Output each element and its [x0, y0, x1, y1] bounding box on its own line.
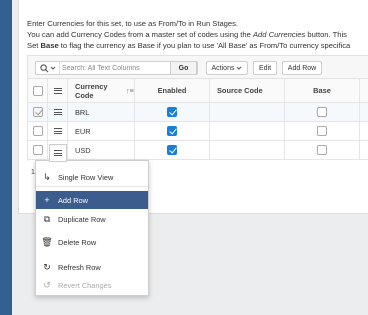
base-bold: Base: [40, 41, 59, 50]
search-icon: [39, 63, 48, 72]
column-header-label: Base: [313, 86, 331, 95]
currency-code-cell[interactable]: EUR: [68, 122, 135, 140]
search-box: Go: [35, 61, 198, 75]
chevron-down-icon: [237, 66, 242, 70]
search-input[interactable]: [62, 62, 172, 74]
instructions-line-1: Enter Currencies for this set, to use as…: [27, 19, 239, 28]
select-all-cell: [28, 79, 48, 102]
menu-icon: [54, 150, 62, 156]
add-row-label: Add Row: [287, 64, 317, 72]
menu-item-delete-row[interactable]: 🗑 Delete Row: [36, 233, 148, 251]
search-column-menu[interactable]: [36, 62, 60, 74]
row-actions-menu-button[interactable]: [49, 144, 67, 162]
edit-label: Edit: [258, 64, 272, 72]
menu-divider: [36, 186, 148, 187]
instructions-line-3: Set Base to flag the currency as Base if…: [27, 40, 350, 51]
base-cell: [285, 103, 360, 121]
base-checkbox[interactable]: [317, 126, 327, 136]
menu-item-refresh-row[interactable]: ↻ Refresh Row: [36, 258, 148, 276]
row-actions-menu-icon[interactable]: [53, 128, 62, 134]
enabled-checkbox[interactable]: [167, 145, 177, 155]
select-all-checkbox[interactable]: [32, 85, 43, 96]
revert-icon: ↺: [43, 279, 51, 290]
enabled-cell: [135, 103, 210, 121]
plus-icon: +: [44, 195, 50, 205]
single-row-view-icon: ↳: [43, 171, 51, 182]
base-cell: [285, 141, 360, 159]
line3-tail: to flag the currency as Base if you plan…: [58, 41, 351, 50]
menu-item-label: Delete Row: [58, 237, 97, 247]
base-checkbox[interactable]: [317, 107, 327, 117]
line2-tail: button. This: [305, 30, 347, 39]
source-code-cell[interactable]: [210, 141, 285, 159]
edit-button[interactable]: Edit: [253, 61, 277, 75]
menu-item-label: Duplicate Row: [58, 214, 106, 224]
table-row[interactable]: USD: [28, 141, 368, 160]
column-header-label: Enabled: [157, 86, 187, 95]
table-row[interactable]: BRL: [28, 103, 368, 122]
enabled-checkbox[interactable]: [167, 126, 177, 136]
column-header-source-code[interactable]: Source Code: [210, 79, 285, 102]
row-select-cell: [28, 141, 48, 159]
column-header-enabled[interactable]: Enabled: [135, 79, 210, 102]
grid-header-row: Currency Code ↑≡ Enabled Source Code Base: [28, 79, 368, 103]
row-actions-cell: [48, 103, 68, 121]
column-header-label: Currency Code: [75, 81, 108, 100]
row-actions-header: [48, 79, 68, 102]
enabled-checkbox[interactable]: [167, 107, 177, 117]
base-checkbox[interactable]: [317, 145, 327, 155]
menu-item-add-row[interactable]: + Add Row: [36, 191, 148, 209]
menu-item-label: Single Row View: [58, 172, 114, 182]
menu-icon: [53, 87, 62, 94]
column-header-currency-code[interactable]: Currency Code ↑≡: [68, 79, 135, 102]
column-header-base[interactable]: Base: [285, 79, 360, 102]
menu-item-label: Refresh Row: [58, 262, 101, 272]
row-select-checkbox[interactable]: [32, 126, 43, 136]
source-code-cell[interactable]: [210, 103, 285, 121]
menu-item-duplicate-row[interactable]: ⧉ Duplicate Row: [36, 210, 148, 228]
enabled-cell: [135, 122, 210, 140]
table-row[interactable]: EUR: [28, 122, 368, 141]
row-actions-menu-icon[interactable]: [53, 109, 62, 115]
line2-text: You can add Currency Codes from a master…: [27, 30, 253, 39]
menu-item-label: Revert Changes: [58, 280, 112, 290]
row-actions-menu: ↳ Single Row View + Add Row ⧉ Duplicate …: [35, 160, 149, 296]
row-select-checkbox[interactable]: [32, 107, 43, 117]
currency-code-cell[interactable]: USD: [68, 141, 135, 159]
instructions-text: Enter Currencies for this set, to use as…: [27, 18, 350, 51]
actions-menu-button[interactable]: Actions: [206, 61, 248, 75]
currency-code-cell[interactable]: BRL: [68, 103, 135, 121]
menu-item-single-row-view[interactable]: ↳ Single Row View: [36, 168, 148, 186]
duplicate-icon: ⧉: [43, 213, 51, 224]
currency-grid: Currency Code ↑≡ Enabled Source Code Base…: [27, 79, 368, 161]
sort-ascending-icon: ↑≡: [125, 86, 134, 95]
instructions-line-2: You can add Currency Codes from a master…: [27, 29, 350, 40]
row-select-checkbox[interactable]: [32, 145, 43, 155]
row-actions-cell: [48, 122, 68, 140]
refresh-icon: ↻: [43, 261, 51, 272]
base-cell: [285, 122, 360, 140]
go-button[interactable]: Go: [170, 61, 197, 75]
left-navigation-rail: [0, 0, 12, 315]
chevron-down-icon: [50, 66, 55, 70]
menu-item-label: Add Row: [58, 195, 88, 205]
row-select-cell: [28, 103, 48, 121]
menu-item-revert-changes: ↺ Revert Changes: [36, 276, 148, 294]
grid-toolbar: Go Actions Edit Add Row: [27, 55, 368, 79]
actions-label: Actions: [211, 64, 235, 72]
enabled-cell: [135, 141, 210, 159]
trash-icon: 🗑: [41, 236, 53, 247]
add-row-button[interactable]: Add Row: [282, 61, 322, 75]
add-currencies-emphasis: Add Currencies: [252, 30, 306, 39]
source-code-cell[interactable]: [210, 122, 285, 140]
column-header-label: Source Code: [217, 86, 263, 95]
row-select-cell: [28, 122, 48, 140]
line3-text: Set: [27, 41, 41, 50]
